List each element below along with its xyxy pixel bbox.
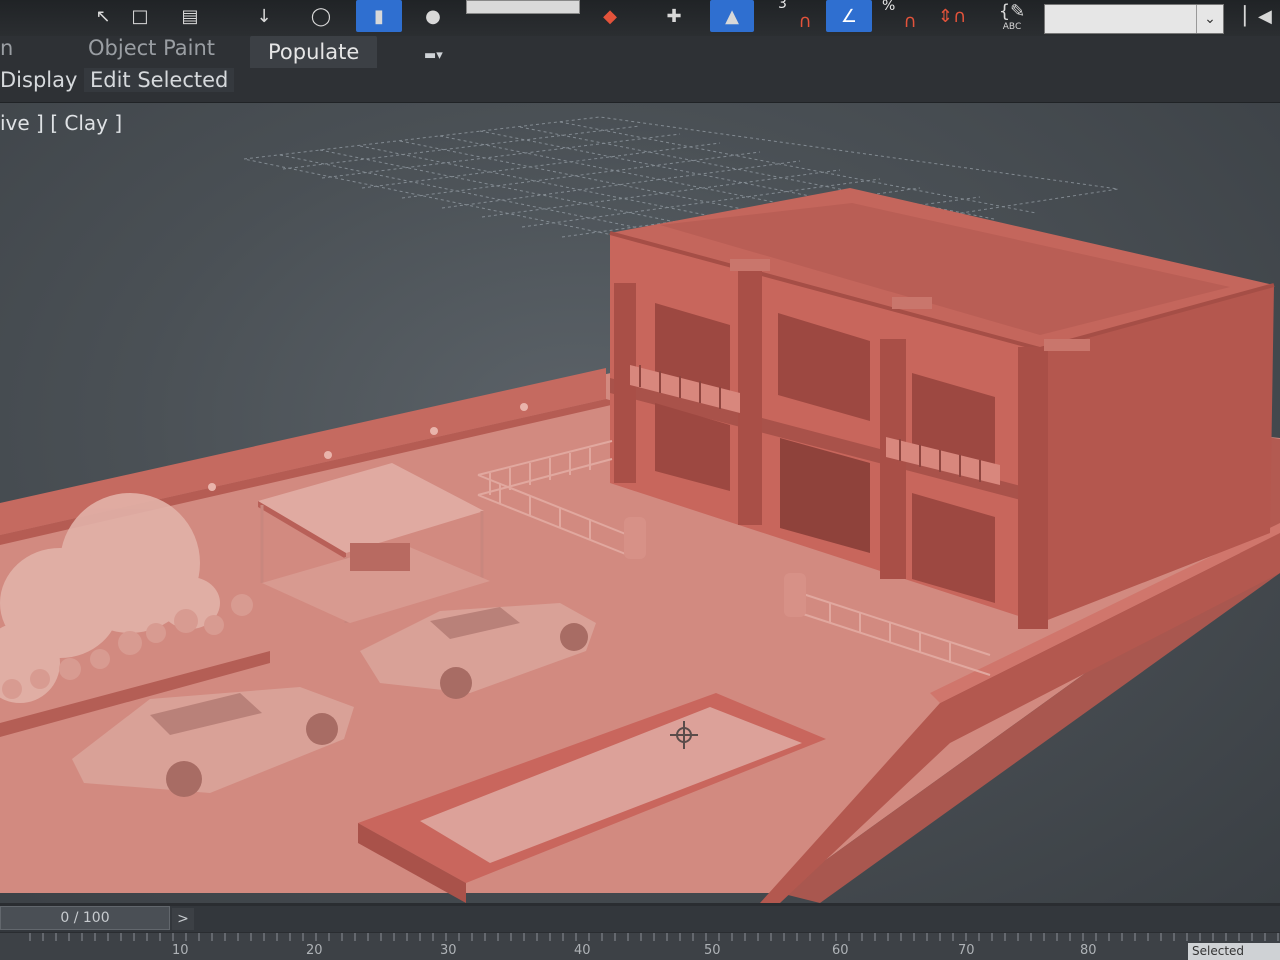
next-frame-button[interactable]: > bbox=[172, 908, 194, 930]
tab-freeform[interactable]: n bbox=[0, 36, 13, 60]
magnet-icon: ∩ bbox=[903, 10, 917, 32]
percent-label: % bbox=[882, 0, 896, 14]
snap-3d-label: 3 bbox=[778, 0, 787, 12]
scene-render bbox=[0, 116, 1280, 903]
magnet-icon: ∩ bbox=[798, 10, 812, 32]
main-toolbar: ↖ □ ▤ ↓ ◯ ▮ ● ◆ ✚ ▲ 3 ∩ ∠ % ∩ ⇕∩ {✎ ABC … bbox=[0, 0, 1280, 36]
chevron-down-icon[interactable]: ⌄ bbox=[1196, 5, 1223, 33]
window-crossing-icon[interactable]: ▤ bbox=[172, 0, 208, 32]
tab-edit-selected[interactable]: Edit Selected bbox=[84, 68, 235, 92]
angle-snap-toggle[interactable]: ∠ bbox=[826, 0, 872, 32]
rotate-icon[interactable]: ◯ bbox=[302, 0, 340, 32]
keyboard-shortcut-override-button[interactable]: ▲ bbox=[710, 0, 754, 32]
tab-object-paint[interactable]: Object Paint bbox=[88, 36, 215, 60]
move-down-icon[interactable]: ↓ bbox=[252, 0, 276, 32]
time-slider-bar: 0 / 100 > 10 20 30 40 50 60 70 80 90 Sel… bbox=[0, 903, 1280, 960]
perspective-viewport[interactable]: ive ] [ Clay ] bbox=[0, 103, 1280, 903]
named-selection-sets-combo[interactable]: ⌄ bbox=[1044, 4, 1224, 34]
ruler-mark: 50 bbox=[704, 943, 721, 958]
abc-label: ABC bbox=[1002, 21, 1022, 32]
ribbon-options-dropdown-icon[interactable]: ▬▾ bbox=[424, 48, 464, 66]
tab-populate[interactable]: Populate bbox=[250, 36, 378, 68]
edit-named-selections-button[interactable]: {✎ ABC bbox=[990, 0, 1034, 32]
brace-icon: {✎ bbox=[998, 0, 1026, 22]
ruler-mark: 10 bbox=[172, 943, 189, 958]
tab-display[interactable]: Display bbox=[0, 68, 77, 92]
reference-coord-dropdown[interactable] bbox=[466, 0, 580, 14]
ruler-mark: 40 bbox=[574, 943, 591, 958]
ribbon: n Object Paint Populate ▬▾ Display Edit … bbox=[0, 36, 1280, 103]
spinner-snap-toggle[interactable]: ⇕∩ bbox=[930, 0, 974, 32]
select-object-button[interactable]: ▮ bbox=[356, 0, 402, 32]
time-slider-thumb[interactable]: 0 / 100 bbox=[0, 906, 170, 930]
ruler-mark: 70 bbox=[958, 943, 975, 958]
ruler-mark: 20 bbox=[306, 943, 323, 958]
max-window: ↖ □ ▤ ↓ ◯ ▮ ● ◆ ✚ ▲ 3 ∩ ∠ % ∩ ⇕∩ {✎ ABC … bbox=[0, 0, 1280, 960]
select-region-icon[interactable]: □ bbox=[118, 0, 162, 32]
status-badge: Selected bbox=[1188, 943, 1280, 960]
pivot-icon[interactable]: ◆ bbox=[590, 0, 630, 32]
select-arrow-icon[interactable]: ↖ bbox=[90, 0, 116, 32]
ruler-ticks bbox=[29, 933, 1279, 941]
track-bar-ruler[interactable]: 10 20 30 40 50 60 70 80 90 bbox=[0, 933, 1280, 960]
scale-sphere-icon[interactable]: ● bbox=[418, 0, 448, 32]
select-manipulate-icon[interactable]: ✚ bbox=[654, 0, 694, 32]
ruler-mark: 80 bbox=[1080, 943, 1097, 958]
mirror-icon[interactable]: ▏◀ bbox=[1238, 0, 1278, 32]
ruler-mark: 60 bbox=[832, 943, 849, 958]
ruler-mark: 30 bbox=[440, 943, 457, 958]
percent-snap-toggle[interactable]: % ∩ bbox=[880, 0, 924, 32]
snap-3d-toggle[interactable]: 3 ∩ bbox=[776, 0, 820, 32]
